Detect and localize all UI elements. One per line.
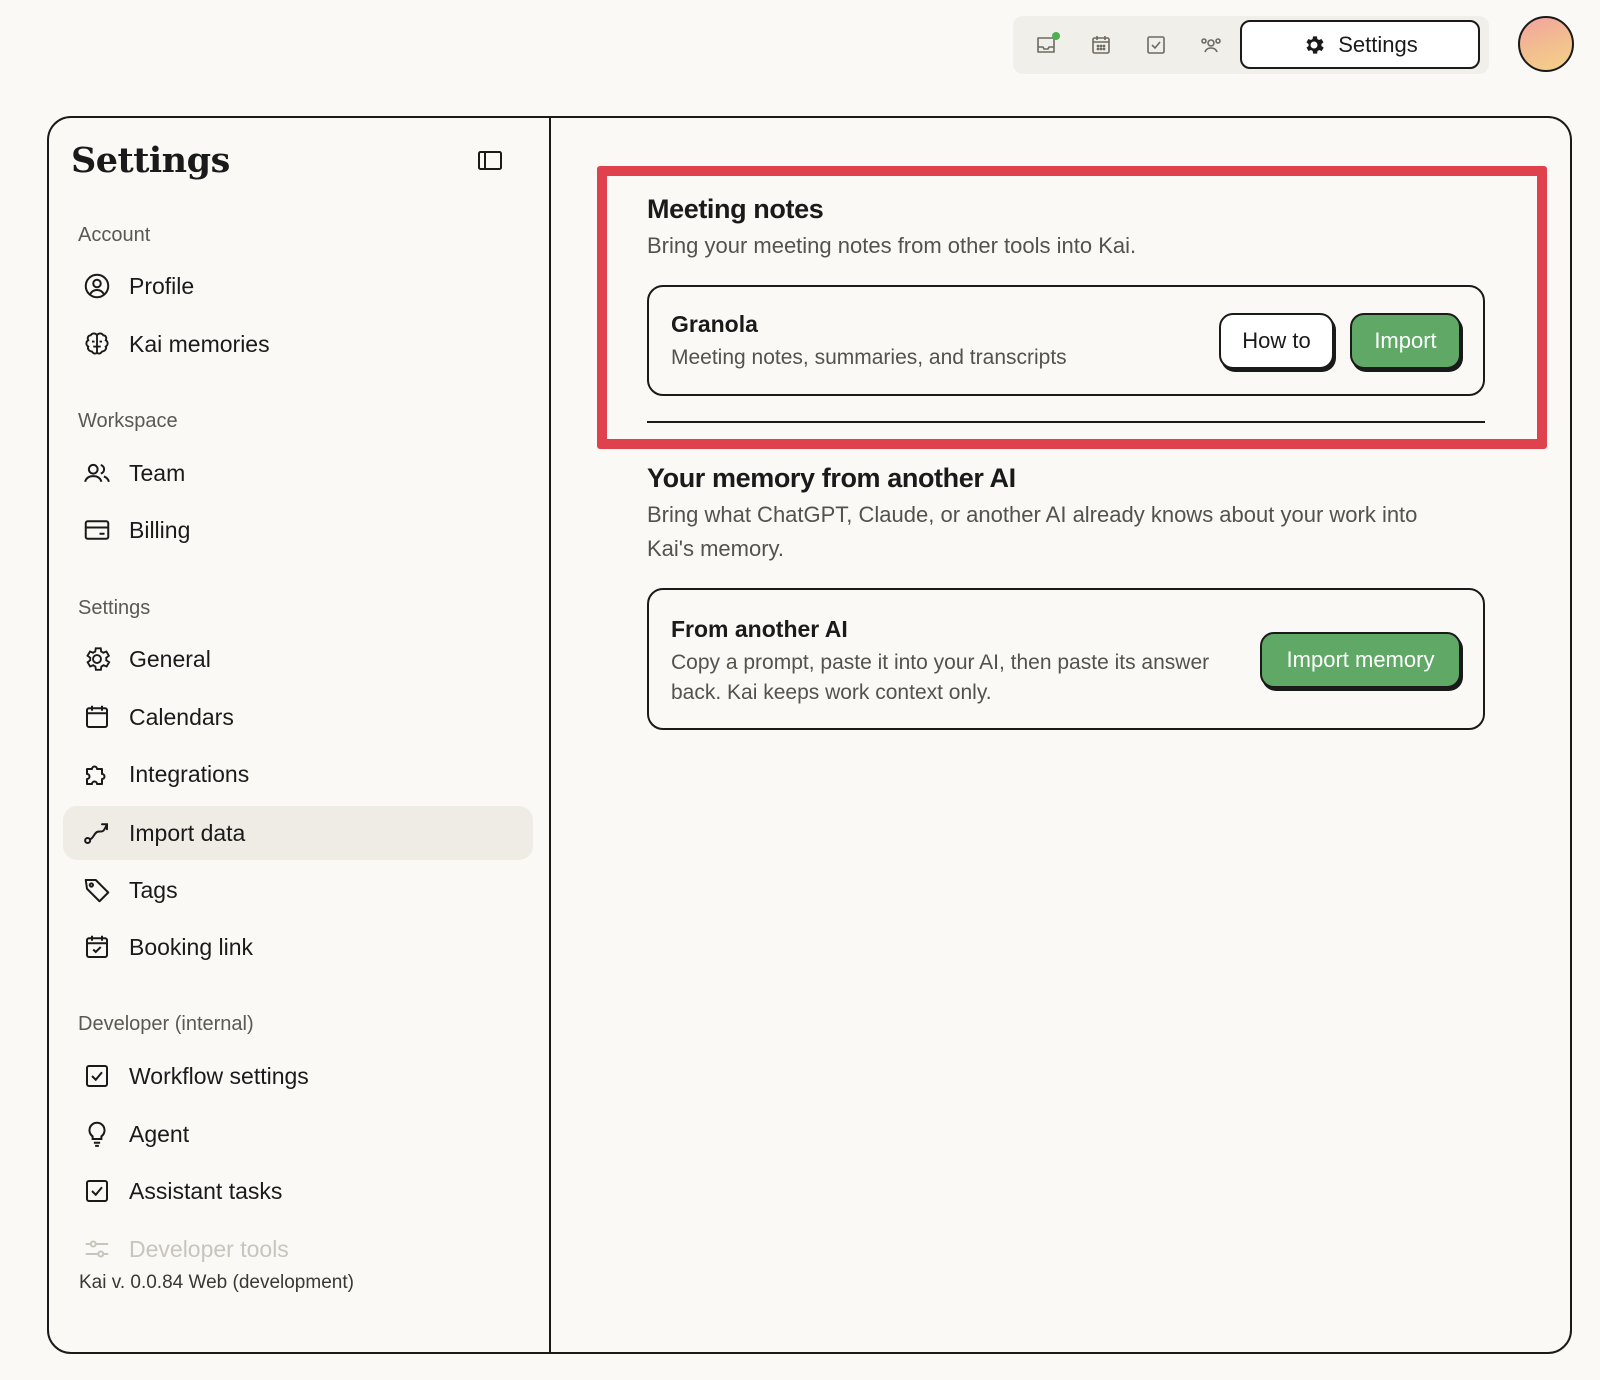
sidebar-item-label: Workflow settings <box>129 1062 309 1089</box>
version-label: Kai v. 0.0.84 Web (development) <box>79 1272 354 1293</box>
sidebar-item-label: Booking link <box>129 933 254 960</box>
settings-button-label: Settings <box>1338 31 1418 57</box>
sidebar-item-assistant-tasks[interactable]: Assistant tasks <box>63 1164 533 1218</box>
section-label-developer: Developer (internal) <box>78 1013 254 1035</box>
checkbox-icon <box>81 1175 113 1207</box>
granola-title: Granola <box>671 311 758 337</box>
sidebar-item-label: Profile <box>129 272 195 299</box>
sidebar-item-label: Team <box>129 459 186 486</box>
sidebar-collapse-icon[interactable] <box>477 148 503 172</box>
section-label-settings: Settings <box>78 597 151 619</box>
sidebar-item-agent[interactable]: Agent <box>63 1107 533 1161</box>
user-circle-icon <box>81 270 113 302</box>
sidebar-item-label: Developer tools <box>129 1235 289 1262</box>
how-to-button[interactable]: How to <box>1219 313 1334 369</box>
route-icon <box>81 817 113 849</box>
checkbox-icon <box>81 1060 113 1092</box>
import-memory-button[interactable]: Import memory <box>1260 632 1461 688</box>
import-button[interactable]: Import <box>1350 313 1461 369</box>
calendar-icon[interactable] <box>1088 32 1114 58</box>
sidebar: Settings Account Profile Kai memories Wo… <box>49 118 551 1352</box>
sidebar-item-label: Billing <box>129 516 191 543</box>
main-content: Meeting notes Bring your meeting notes f… <box>553 118 1570 1352</box>
sidebar-item-kai-memories[interactable]: Kai memories <box>63 317 533 371</box>
sidebar-item-calendars[interactable]: Calendars <box>63 690 533 744</box>
memory-description-line1: Bring what ChatGPT, Claude, or another A… <box>647 502 1418 527</box>
sidebar-item-booking-link[interactable]: Booking link <box>63 920 533 974</box>
top-toolbar: Settings <box>1013 16 1489 74</box>
section-label-account: Account <box>78 224 151 246</box>
granola-card: Granola Meeting notes, summaries, and tr… <box>647 285 1485 396</box>
meeting-notes-title: Meeting notes <box>647 194 824 224</box>
from-another-ai-description-line2: back. Kai keeps work context only. <box>671 681 992 704</box>
tasks-icon[interactable] <box>1143 32 1169 58</box>
calendar-check-icon <box>81 931 113 963</box>
gear-icon <box>1306 35 1324 54</box>
sidebar-item-billing[interactable]: Billing <box>63 503 533 557</box>
avatar[interactable] <box>1518 16 1574 72</box>
tag-icon <box>81 874 113 906</box>
sidebar-item-developer-tools[interactable]: Developer tools <box>63 1222 533 1276</box>
gear-icon <box>81 643 113 675</box>
section-divider <box>647 421 1485 423</box>
settings-window: Settings Account Profile Kai memories Wo… <box>47 116 1572 1354</box>
sliders-icon <box>81 1233 113 1265</box>
people-icon[interactable] <box>1198 32 1224 58</box>
sidebar-item-label: Tags <box>129 876 178 903</box>
memory-title: Your memory from another AI <box>647 463 1016 493</box>
sidebar-item-label: Calendars <box>129 703 234 730</box>
sidebar-item-workflow-settings[interactable]: Workflow settings <box>63 1049 533 1103</box>
from-another-ai-title: From another AI <box>671 616 848 642</box>
sidebar-item-tags[interactable]: Tags <box>63 863 533 917</box>
sidebar-item-label: Agent <box>129 1120 190 1147</box>
sidebar-item-profile[interactable]: Profile <box>63 259 533 313</box>
puzzle-icon <box>81 758 113 790</box>
people-icon <box>81 457 113 489</box>
sidebar-item-label: General <box>129 645 211 672</box>
settings-button[interactable]: Settings <box>1240 20 1480 69</box>
sidebar-item-integrations[interactable]: Integrations <box>63 747 533 801</box>
sidebar-item-label: Assistant tasks <box>129 1177 283 1204</box>
credit-card-icon <box>81 514 113 546</box>
from-another-ai-card: From another AI Copy a prompt, paste it … <box>647 588 1485 730</box>
lightbulb-icon <box>81 1118 113 1150</box>
sidebar-title: Settings <box>71 140 230 181</box>
sidebar-item-team[interactable]: Team <box>63 446 533 500</box>
meeting-notes-description: Bring your meeting notes from other tool… <box>647 233 1137 258</box>
sidebar-item-general[interactable]: General <box>63 632 533 686</box>
memory-description-line2: Kai's memory. <box>647 536 785 561</box>
sidebar-item-label: Kai memories <box>129 330 270 357</box>
calendar-icon <box>81 701 113 733</box>
granola-description: Meeting notes, summaries, and transcript… <box>671 346 1067 369</box>
notification-dot <box>1052 32 1060 40</box>
brain-icon <box>81 328 113 360</box>
from-another-ai-description-line1: Copy a prompt, paste it into your AI, th… <box>671 651 1210 674</box>
inbox-icon[interactable] <box>1033 32 1060 58</box>
sidebar-item-import-data[interactable]: Import data <box>63 806 533 860</box>
sidebar-item-label: Integrations <box>129 760 250 787</box>
section-label-workspace: Workspace <box>78 410 178 432</box>
sidebar-item-label: Import data <box>129 819 246 846</box>
